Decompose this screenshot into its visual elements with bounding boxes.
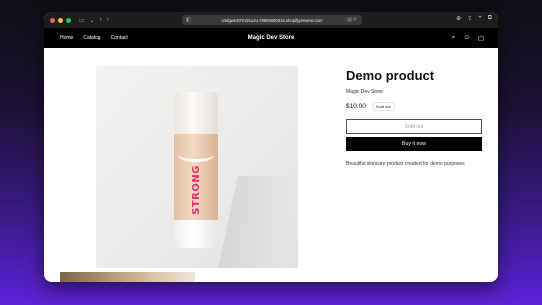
bottle-base xyxy=(174,220,218,248)
product-info: Demo product Magic Dev Store $10.00 Sold… xyxy=(346,68,482,167)
nav-contact[interactable]: Contact xyxy=(111,35,128,41)
bottle-shadow xyxy=(218,176,298,268)
bottle-label: STRONG xyxy=(190,165,202,215)
window-controls xyxy=(50,17,71,23)
search-icon[interactable]: ⌕ xyxy=(452,34,456,42)
product-vendor: Magic Dev Store xyxy=(346,89,383,95)
buy-it-now-button[interactable]: Buy it now xyxy=(346,137,482,151)
sold-out-badge: Sold out xyxy=(371,102,395,111)
product-page: STRONG Demo product Magic Dev Store $10.… xyxy=(44,48,498,282)
sidebar-icon[interactable]: ▭ xyxy=(79,17,85,24)
browser-window: ▭ ⌄ ‹ › ◧ o4dgwe3t7rnl2cuzu-79606690316.… xyxy=(44,12,498,282)
url-text: o4dgwe3t7rnl2cuzu-79606690316.shopifypre… xyxy=(221,17,323,23)
close-window-button[interactable] xyxy=(50,17,55,23)
nav-catalog[interactable]: Catalog xyxy=(83,35,100,41)
sold-out-button[interactable]: Sold out xyxy=(346,119,482,134)
minimize-window-button[interactable] xyxy=(58,17,63,23)
product-thumbnail[interactable] xyxy=(60,272,195,282)
tabs-icon[interactable]: ⧉ xyxy=(488,15,492,22)
chevron-down-icon[interactable]: ⌄ xyxy=(90,17,95,24)
address-bar[interactable]: ◧ o4dgwe3t7rnl2cuzu-79606690316.shopifyp… xyxy=(182,15,362,25)
privacy-icon: ◧ xyxy=(186,17,191,23)
product-description: Beautiful skincare product created for d… xyxy=(346,161,465,167)
product-title: Demo product xyxy=(346,68,435,83)
account-icon[interactable]: ☺ xyxy=(463,34,470,42)
zoom-window-button[interactable] xyxy=(66,17,71,23)
back-icon[interactable]: ‹ xyxy=(100,17,102,23)
forward-icon[interactable]: › xyxy=(107,17,109,23)
cart-icon[interactable]: ▢ xyxy=(478,34,484,42)
product-bottle: STRONG xyxy=(174,92,218,248)
store-header: Home Catalog Contact Magic Dev Store ⌕ ☺… xyxy=(44,28,498,48)
reader-icons[interactable]: ▤⟳ xyxy=(347,17,358,23)
bottle-cap xyxy=(174,92,218,136)
bottle-wave xyxy=(178,148,214,162)
share-icon[interactable]: ⇪ xyxy=(467,15,472,22)
product-price: $10.00 xyxy=(346,103,366,110)
browser-toolbar: ▭ ⌄ ‹ › ◧ o4dgwe3t7rnl2cuzu-79606690316.… xyxy=(44,12,498,28)
nav-home[interactable]: Home xyxy=(60,35,73,41)
product-image[interactable]: STRONG xyxy=(96,66,298,268)
store-nav: Home Catalog Contact xyxy=(60,35,128,41)
new-tab-icon[interactable]: + xyxy=(478,15,482,22)
download-icon[interactable]: ⊕ xyxy=(456,15,461,22)
